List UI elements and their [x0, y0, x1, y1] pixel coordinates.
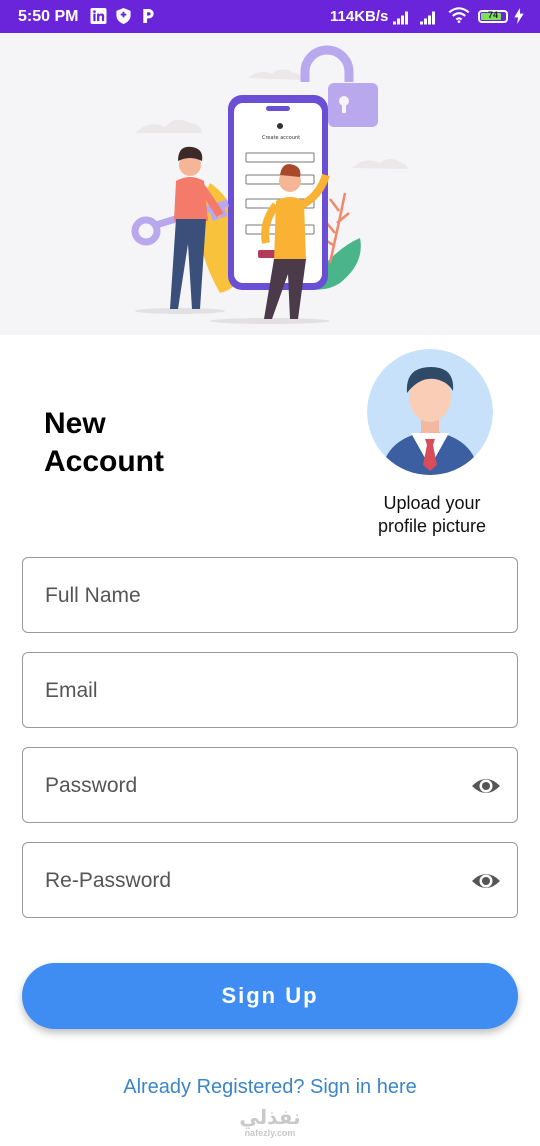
watermark: نفذلي nafezly.com: [230, 1108, 310, 1138]
eye-icon[interactable]: [471, 867, 501, 895]
watermark-latin: nafezly.com: [244, 1128, 296, 1138]
battery-icon: 74: [478, 10, 508, 23]
upload-caption-line-1: Upload your: [383, 493, 481, 513]
signal-icon: [393, 11, 408, 25]
full-name-input[interactable]: [43, 558, 447, 634]
sign-up-button[interactable]: Sign Up: [22, 963, 518, 1029]
shield-icon: [116, 8, 131, 24]
watermark-arabic: نفذلي: [239, 1107, 301, 1129]
businessman-avatar-icon: [367, 349, 493, 475]
repassword-input[interactable]: [43, 843, 447, 919]
wifi-icon: [448, 7, 470, 23]
upload-caption-line-2: profile picture: [377, 516, 487, 536]
signal-icon: [420, 11, 435, 25]
password-input[interactable]: [43, 748, 447, 824]
hero-illustration: Create account: [0, 33, 540, 335]
password-field[interactable]: [22, 747, 518, 824]
profile-picture-upload[interactable]: [367, 349, 493, 475]
linkedin-icon: [90, 8, 107, 24]
status-bar: 5:50 PM 114KB/s 74: [0, 0, 540, 33]
email-field[interactable]: [22, 652, 518, 729]
phone-screen-title: Create account: [262, 135, 300, 141]
repassword-field[interactable]: [22, 842, 518, 919]
email-input[interactable]: [43, 653, 447, 729]
full-name-field[interactable]: [22, 557, 518, 634]
p-app-icon: [143, 8, 154, 24]
status-time: 5:50 PM: [18, 8, 79, 25]
page-title: New Account: [44, 405, 244, 481]
battery-level: 74: [487, 10, 498, 20]
page-title-line-1: New: [44, 407, 106, 440]
create-account-illustration: Create account: [131, 45, 408, 324]
sign-in-link[interactable]: Already Registered? Sign in here: [0, 1076, 540, 1099]
charging-icon: [514, 8, 524, 24]
upload-caption: Upload your profile picture: [366, 492, 498, 538]
network-speed: 114KB/s: [330, 8, 389, 25]
eye-icon[interactable]: [471, 772, 501, 800]
page-title-line-2: Account: [44, 445, 164, 478]
